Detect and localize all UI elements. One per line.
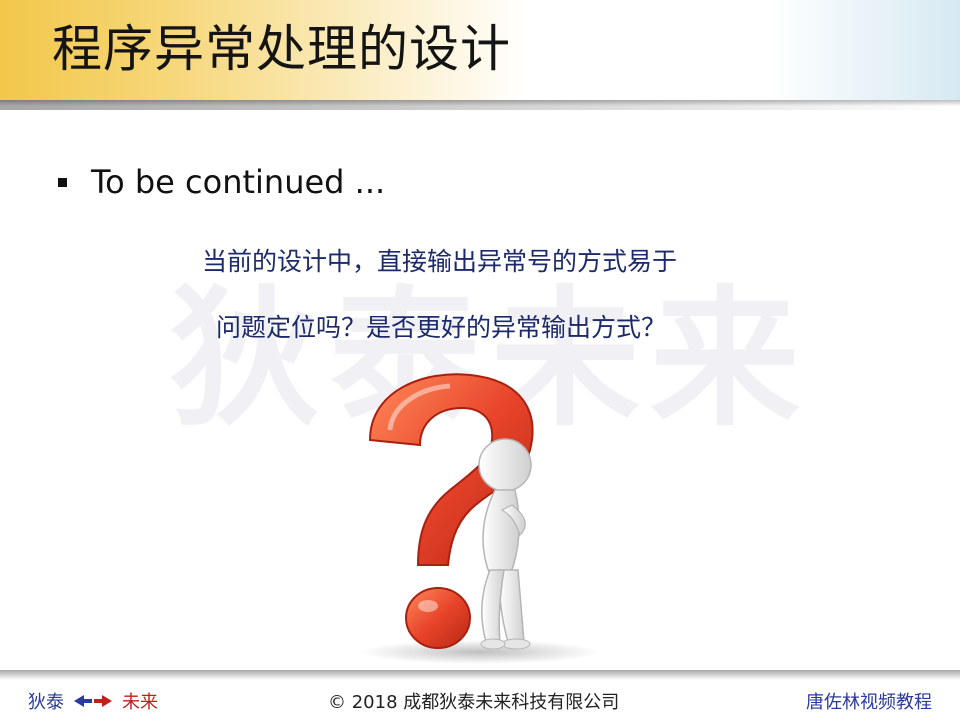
title-divider: [0, 100, 960, 110]
bullet-item: To be continued ...: [58, 160, 385, 204]
question-line-1: 当前的设计中，直接输出异常号的方式易于: [202, 247, 678, 276]
footer-course: 唐佐林视频教程: [806, 692, 932, 713]
bullet-square-icon: [58, 177, 67, 187]
footer-copyright: © 2018 成都狄泰未来科技有限公司: [328, 692, 620, 713]
footer-brand: 狄泰 未来: [28, 688, 158, 714]
footer-divider: [0, 670, 960, 680]
slide-title: 程序异常处理的设计: [52, 20, 511, 78]
question-mark-icon: [360, 373, 600, 664]
question-line-2: 问题定位吗？是否更好的异常输出方式？: [216, 313, 667, 342]
title-bar: 程序异常处理的设计: [0, 0, 960, 106]
bullet-text: To be continued ...: [91, 163, 386, 201]
footer-brand-right: 未来: [122, 692, 158, 713]
thinking-figure-icon: [478, 438, 532, 650]
question-figure-illustration: [330, 370, 630, 670]
double-arrow-icon: [74, 695, 112, 707]
footer-brand-left: 狄泰: [28, 692, 64, 713]
